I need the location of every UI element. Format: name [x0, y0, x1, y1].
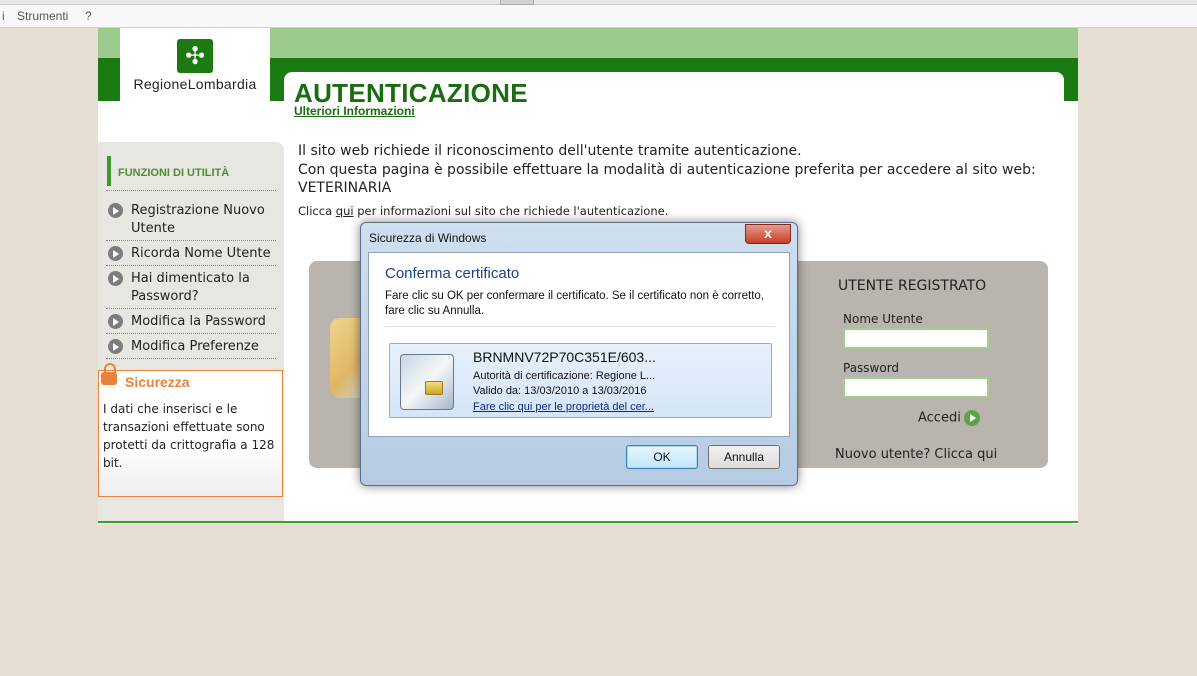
- username-label: Nome Utente: [843, 312, 923, 326]
- footer-line: [98, 521, 1078, 523]
- certificate-properties-link[interactable]: Fare clic qui per le proprietà del cer..…: [473, 401, 654, 413]
- registered-user-heading: UTENTE REGISTRATO: [838, 278, 987, 294]
- username-input[interactable]: [843, 328, 989, 349]
- header-left-accent: [98, 58, 120, 101]
- sidebar-item-label: Modifica la Password: [131, 314, 266, 329]
- browser-menubar: i Strumenti ?: [0, 0, 1197, 28]
- intro-text: Il sito web richiede il riconoscimento d…: [298, 142, 1078, 198]
- regione-lombardia-logo[interactable]: ✣ RegioneLombardia: [120, 28, 270, 101]
- arrow-bullet-icon: [108, 314, 123, 329]
- menu-strumenti[interactable]: Strumenti: [17, 9, 68, 23]
- divider: [106, 358, 276, 359]
- divider: [106, 308, 276, 309]
- security-box: Sicurezza I dati che inserisci e le tran…: [98, 363, 283, 497]
- login-button[interactable]: Accedi: [918, 410, 980, 426]
- smart-card-icon: [400, 354, 454, 410]
- ok-button[interactable]: OK: [626, 445, 698, 469]
- sidebar-heading-accent: [107, 156, 111, 186]
- certificate-tile[interactable]: BRNMNV72P70C351E/603... Autorità di cert…: [389, 343, 772, 418]
- password-label: Password: [843, 361, 900, 375]
- toolbar-scroll-stub: [500, 0, 534, 5]
- intro-line-2: Con questa pagina è possibile effettuare…: [298, 161, 1036, 197]
- logo-text: RegioneLombardia: [133, 76, 257, 92]
- more-info-link[interactable]: Ulteriori Informazioni: [294, 104, 415, 118]
- dialog-content: Conferma certificato Fare clic su OK per…: [368, 252, 790, 437]
- sidebar-item-label: Registrazione Nuovo Utente: [131, 203, 265, 236]
- lombardia-rose-icon: ✣: [177, 39, 213, 73]
- menu-help[interactable]: ?: [85, 9, 92, 23]
- arrow-right-icon: [963, 410, 980, 426]
- cancel-button[interactable]: Annulla: [708, 445, 780, 469]
- sidebar-item-registrazione[interactable]: Registrazione Nuovo Utente: [106, 202, 276, 238]
- dialog-title: Sicurezza di Windows: [369, 231, 487, 245]
- sidebar-item-label: Hai dimenticato la Password?: [131, 271, 250, 304]
- intro-line-1: Il sito web richiede il riconoscimento d…: [298, 143, 802, 159]
- menu-item-i[interactable]: i: [2, 9, 5, 23]
- certificate-name: BRNMNV72P70C351E/603...: [473, 349, 656, 365]
- new-user-link[interactable]: Nuovo utente? Clicca qui: [835, 447, 997, 462]
- arrow-bullet-icon: [108, 203, 123, 218]
- arrow-bullet-icon: [108, 271, 123, 286]
- divider: [106, 333, 276, 334]
- login-button-label: Accedi: [918, 410, 961, 426]
- security-title: Sicurezza: [125, 374, 190, 390]
- sidebar-item-password-dimenticata[interactable]: Hai dimenticato la Password?: [106, 270, 276, 306]
- sidebar-heading: FUNZIONI DI UTILITÀ: [118, 167, 230, 179]
- info-suffix: per informazioni sul sito che richiede l…: [353, 204, 669, 218]
- certificate-authority: Autorità di certificazione: Regione L...: [473, 370, 656, 382]
- certificate-validity: Valido da: 13/03/2010 a 13/03/2016: [473, 385, 647, 397]
- info-line: Clicca qui per informazioni sul sito che…: [298, 204, 668, 218]
- divider: [106, 190, 276, 191]
- dialog-heading: Conferma certificato: [385, 265, 520, 282]
- divider: [106, 240, 276, 241]
- sidebar-item-modifica-password[interactable]: Modifica la Password: [106, 313, 276, 331]
- arrow-bullet-icon: [108, 246, 123, 261]
- security-text: I dati che inserisci e le transazioni ef…: [103, 402, 275, 470]
- info-prefix: Clicca: [298, 204, 336, 218]
- sidebar-item-label: Modifica Preferenze: [131, 339, 259, 354]
- arrow-bullet-icon: [108, 339, 123, 354]
- dialog-description: Fare clic su OK per confermare il certif…: [385, 290, 765, 317]
- close-button[interactable]: x: [745, 224, 791, 244]
- windows-security-dialog: Sicurezza di Windows x Conferma certific…: [360, 222, 798, 486]
- sidebar-item-ricorda-nome[interactable]: Ricorda Nome Utente: [106, 245, 276, 263]
- divider: [106, 265, 276, 266]
- divider: [385, 326, 775, 327]
- info-here-link[interactable]: qui: [336, 204, 354, 218]
- sidebar-item-label: Ricorda Nome Utente: [131, 246, 271, 261]
- lock-icon: [101, 363, 117, 385]
- password-input[interactable]: [843, 377, 989, 398]
- browser-toolbar-edge: [0, 0, 1197, 5]
- sidebar-item-modifica-preferenze[interactable]: Modifica Preferenze: [106, 338, 276, 356]
